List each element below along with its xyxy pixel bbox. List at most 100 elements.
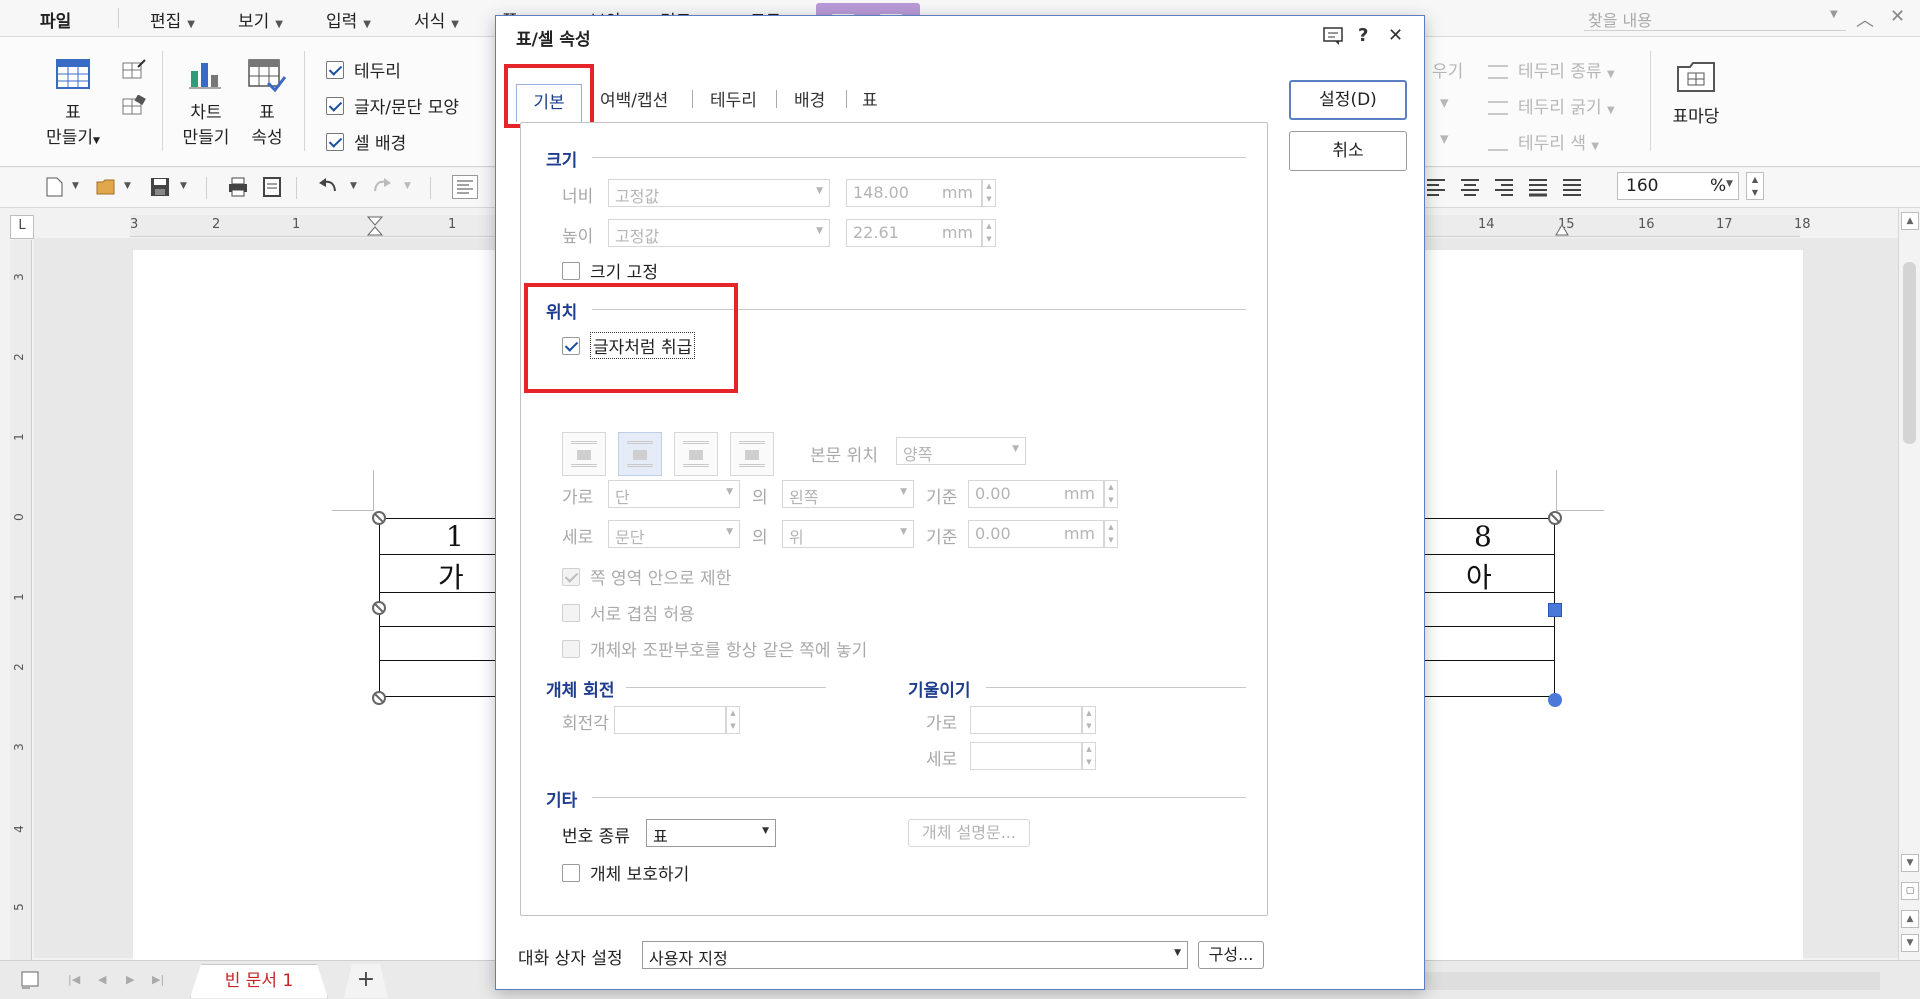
search-input[interactable]: 찾을 내용 — [1584, 5, 1846, 31]
cancel-button[interactable]: 취소 — [1289, 131, 1407, 171]
cell-background-checkbox[interactable]: 셀 배경 — [326, 129, 406, 154]
chevron-down-icon[interactable]: ▼ — [350, 181, 357, 191]
resize-handle-icon[interactable] — [1548, 603, 1562, 617]
width-mode-select[interactable]: 고정값 ▼ — [608, 179, 830, 207]
rotation-angle-input[interactable] — [614, 706, 726, 734]
resize-handle-dot-icon[interactable] — [1548, 693, 1562, 707]
table-properties-button[interactable]: 표 속성 — [246, 101, 288, 151]
menu-insert[interactable]: 입력 ▼ — [326, 7, 371, 32]
prev-tab-icon[interactable]: ◀ — [98, 973, 106, 986]
align-right-icon[interactable] — [1494, 177, 1514, 197]
no-resize-handle-icon[interactable] — [372, 601, 386, 615]
horizontal-reference-select[interactable]: 왼쪽 ▼ — [782, 480, 914, 508]
next-tab-icon[interactable]: ▶ — [126, 973, 134, 986]
table-cell[interactable]: 아 — [1466, 556, 1492, 596]
vertical-ruler[interactable]: 3 2 1 0 1 2 3 4 5 — [10, 240, 32, 960]
width-input[interactable]: 148.00 mm — [846, 179, 982, 207]
horizontal-base-input[interactable]: 0.00 mm — [968, 480, 1104, 508]
dialog-title-bar[interactable]: 표/셀 속성 ? ✕ — [496, 16, 1424, 56]
right-indent-marker-icon[interactable] — [1554, 217, 1570, 237]
tab-border[interactable]: 테두리 — [710, 86, 757, 111]
border-type-dropdown[interactable]: 테두리 종류 ▼ — [1488, 57, 1615, 82]
align-center-icon[interactable] — [1460, 177, 1480, 197]
wrap-in-front-button[interactable] — [730, 432, 774, 476]
configure-button[interactable]: 구성... — [1198, 941, 1264, 969]
height-spinner[interactable]: ▲ ▼ — [982, 219, 996, 247]
font-paragraph-checkbox[interactable]: 글자/문단 모양 — [326, 93, 459, 118]
spin-up-icon[interactable]: ▲ — [1747, 173, 1763, 186]
last-tab-icon[interactable]: ▶| — [152, 973, 164, 986]
first-tab-icon[interactable]: |◀ — [68, 973, 80, 986]
table-erase-icon[interactable] — [122, 95, 146, 115]
spin-down-icon[interactable]: ▼ — [727, 720, 739, 733]
menu-edit[interactable]: 편집 ▼ — [150, 7, 195, 32]
table-cell[interactable]: 8 — [1474, 520, 1492, 553]
close-icon[interactable]: ✕ — [1388, 25, 1403, 46]
scroll-up-icon[interactable]: ▲ — [1901, 212, 1919, 230]
ok-button[interactable]: 설정(D) — [1289, 80, 1407, 120]
no-resize-handle-icon[interactable] — [372, 691, 386, 705]
ruler-corner-button[interactable]: L — [10, 215, 34, 239]
open-folder-icon[interactable] — [96, 177, 116, 197]
page-view-icon[interactable] — [20, 970, 40, 990]
chevron-down-icon[interactable]: ▼ — [124, 181, 131, 191]
redo-icon[interactable] — [372, 177, 392, 197]
table-draw-icon[interactable] — [122, 59, 146, 79]
vertical-scrollbar[interactable]: ▲ ▼ ▢ ▲ ▼ — [1898, 208, 1920, 960]
spin-up-icon[interactable]: ▲ — [1105, 481, 1117, 494]
height-input[interactable]: 22.61 mm — [846, 219, 982, 247]
vertical-base-input[interactable]: 0.00 mm — [968, 520, 1104, 548]
border-color-dropdown[interactable]: 테두리 색 ▼ — [1488, 129, 1599, 154]
number-type-select[interactable]: 표 ▼ — [646, 819, 776, 847]
align-distribute-icon[interactable] — [1528, 177, 1548, 197]
spin-down-icon[interactable]: ▼ — [1105, 534, 1117, 547]
print-icon[interactable] — [228, 177, 248, 197]
chevron-down-icon[interactable]: ▼ — [72, 181, 79, 191]
vertical-reference-select[interactable]: 위 ▼ — [782, 520, 914, 548]
fix-size-checkbox[interactable]: 크기 고정 — [562, 258, 658, 283]
page-fit-icon[interactable]: ▢ — [1901, 882, 1919, 900]
horizontal-select[interactable]: 단 ▼ — [608, 480, 740, 508]
table-cell[interactable]: 1 — [446, 520, 464, 553]
horizontal-scrollbar[interactable] — [1420, 972, 1880, 990]
tab-margin-caption[interactable]: 여백/캡션 — [600, 86, 668, 111]
vertical-base-spinner[interactable]: ▲ ▼ — [1104, 520, 1118, 548]
width-spinner[interactable]: ▲ ▼ — [982, 179, 996, 207]
comment-icon[interactable] — [1323, 27, 1343, 45]
rotation-angle-spinner[interactable]: ▲ ▼ — [726, 706, 740, 734]
preview-icon[interactable] — [262, 177, 282, 197]
height-mode-select[interactable]: 고정값 ▼ — [608, 219, 830, 247]
wrap-top-bottom-button[interactable] — [618, 432, 662, 476]
prev-page-icon[interactable]: ▲ — [1901, 910, 1919, 928]
tab-table[interactable]: 표 — [862, 86, 878, 111]
chevron-down-icon[interactable]: ▼ — [404, 181, 411, 191]
spin-up-icon[interactable]: ▲ — [727, 707, 739, 720]
no-resize-handle-icon[interactable] — [1548, 511, 1562, 525]
spin-down-icon[interactable]: ▼ — [1105, 494, 1117, 507]
paragraph-style-icon[interactable] — [452, 175, 478, 199]
chevron-down-icon[interactable]: ▼ — [180, 181, 187, 191]
skew-horizontal-spinner[interactable]: ▲ ▼ — [1082, 706, 1096, 734]
vertical-select[interactable]: 문단 ▼ — [608, 520, 740, 548]
skew-vertical-input[interactable] — [970, 742, 1082, 770]
body-position-select[interactable]: 양쪽 ▼ — [896, 437, 1026, 465]
scroll-thumb[interactable] — [1903, 262, 1916, 444]
spin-down-icon[interactable]: ▼ — [983, 193, 995, 206]
align-left-icon[interactable] — [1426, 177, 1446, 197]
limit-to-page-checkbox[interactable]: 쪽 영역 안으로 제한 — [562, 564, 731, 589]
dialog-settings-select[interactable]: 사용자 지정 ▼ — [642, 941, 1188, 969]
align-justify-icon[interactable] — [1562, 177, 1582, 197]
spin-down-icon[interactable]: ▼ — [1083, 756, 1095, 769]
chevron-down-icon[interactable]: ▼ — [1830, 9, 1838, 20]
no-resize-handle-icon[interactable] — [372, 511, 386, 525]
menu-view[interactable]: 보기 ▼ — [238, 7, 283, 32]
spin-up-icon[interactable]: ▲ — [983, 180, 995, 193]
indent-marker-icon[interactable] — [366, 215, 386, 237]
wrap-square-button[interactable] — [562, 432, 606, 476]
allow-overlap-checkbox[interactable]: 서로 겹침 허용 — [562, 600, 695, 625]
border-checkbox[interactable]: 테두리 — [326, 57, 401, 82]
scroll-down-icon[interactable]: ▼ — [1901, 854, 1919, 872]
tab-background[interactable]: 배경 — [794, 86, 825, 111]
spin-up-icon[interactable]: ▲ — [983, 220, 995, 233]
border-width-dropdown[interactable]: 테두리 굵기 ▼ — [1488, 93, 1615, 118]
